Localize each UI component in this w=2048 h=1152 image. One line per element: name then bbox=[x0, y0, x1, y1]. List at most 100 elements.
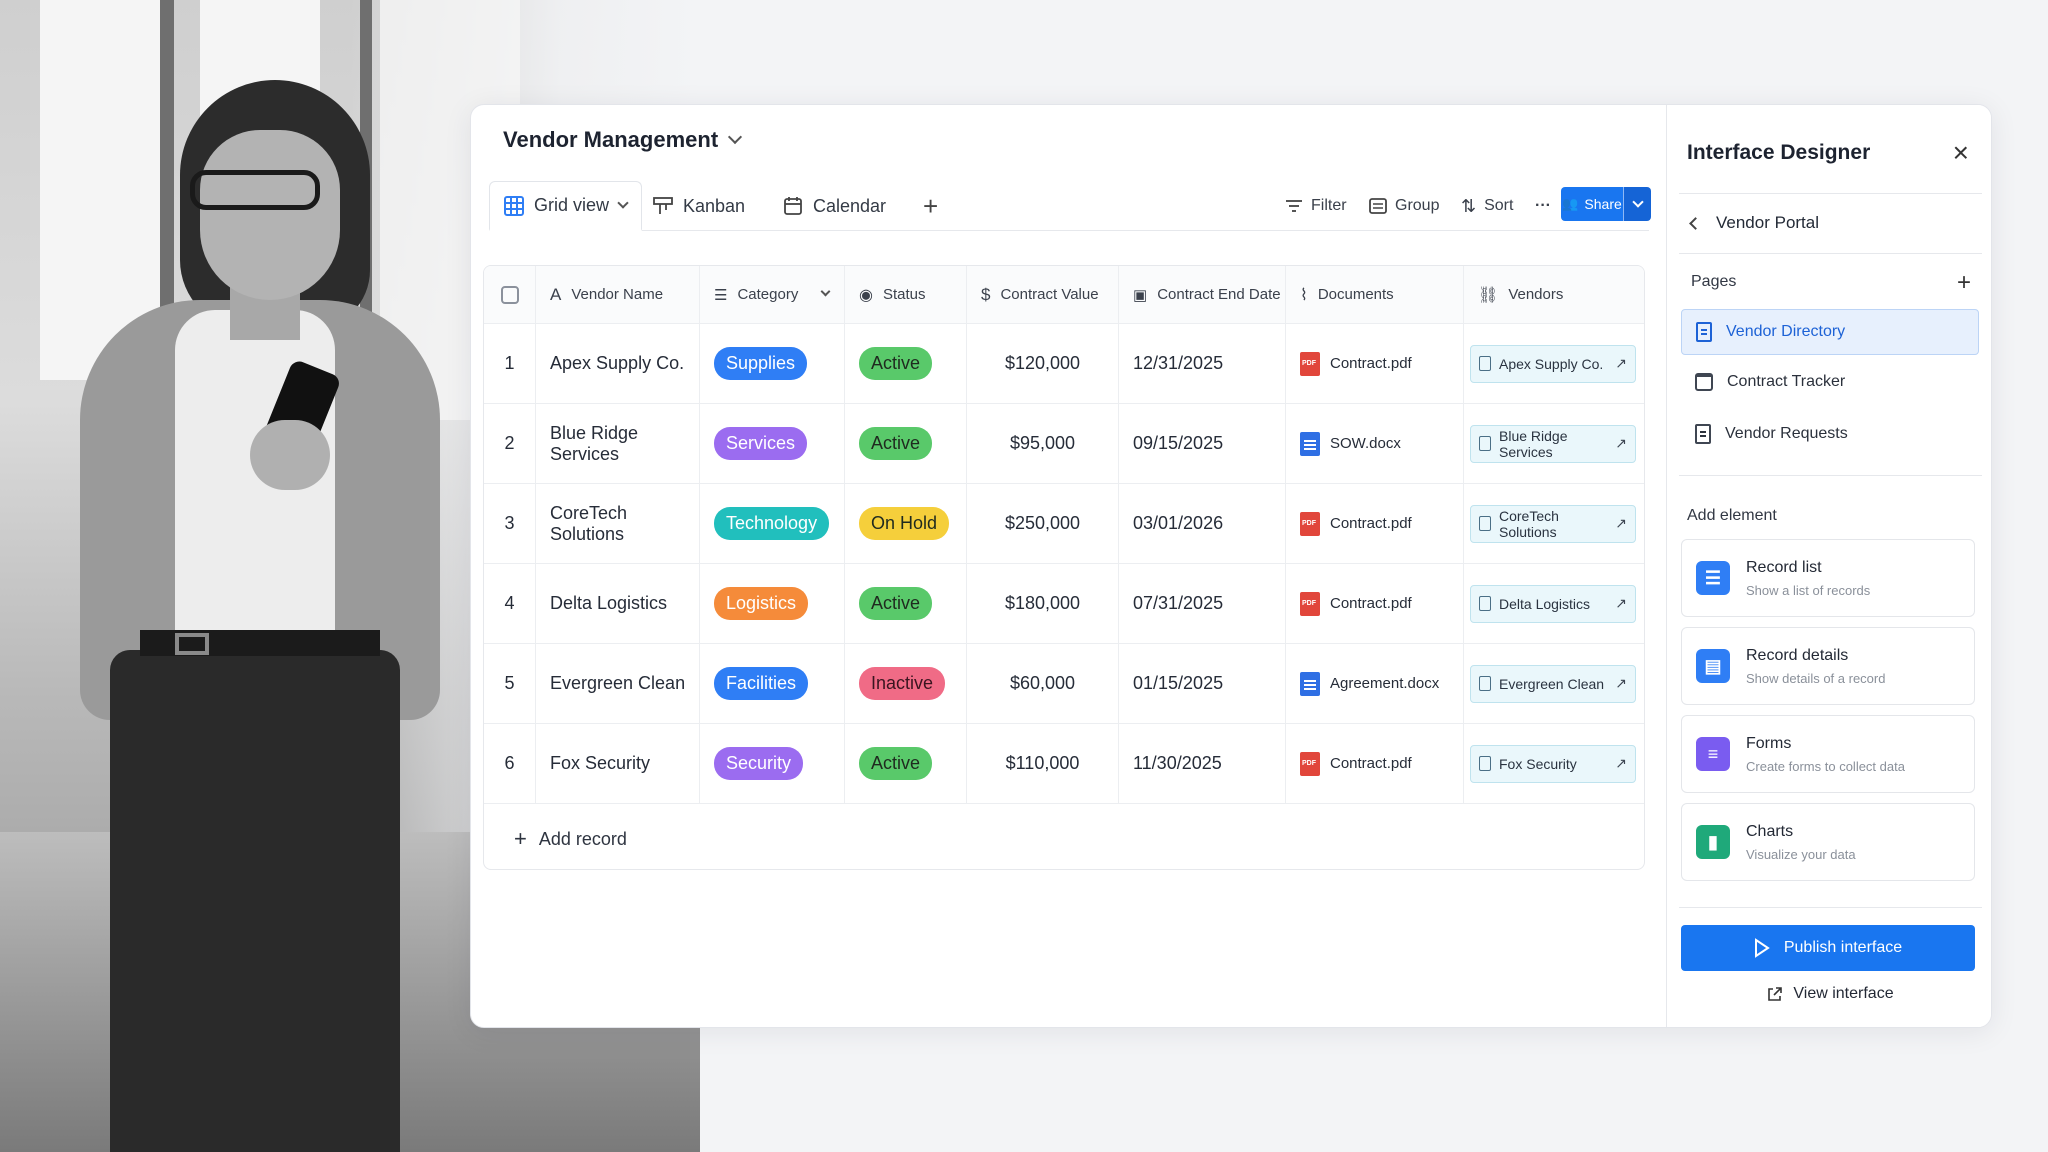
vendor-name-cell[interactable]: Fox Security bbox=[536, 724, 700, 803]
status-cell[interactable]: Active bbox=[845, 724, 967, 803]
documents-cell[interactable]: Agreement.docx bbox=[1286, 644, 1464, 723]
linked-vendor-chip[interactable]: CoreTech Solutions ↗ bbox=[1470, 504, 1636, 543]
column-header-vendors[interactable]: ⛓ Vendors bbox=[1464, 266, 1644, 323]
view-interface-link[interactable]: View interface bbox=[1667, 985, 1991, 1003]
share-button[interactable]: 👥 Share bbox=[1561, 187, 1623, 221]
contract-end-date-cell[interactable]: 12/31/2025 bbox=[1119, 324, 1286, 403]
documents-cell[interactable]: SOW.docx bbox=[1286, 404, 1464, 483]
element-card-record-details[interactable]: ▤ Record details Show details of a record bbox=[1681, 627, 1975, 705]
column-header-status[interactable]: ◉ Status bbox=[845, 266, 967, 323]
publish-interface-button[interactable]: Publish interface bbox=[1681, 925, 1975, 971]
record-icon bbox=[1479, 356, 1491, 371]
linked-vendor-chip[interactable]: Evergreen Clean ↗ bbox=[1470, 664, 1636, 703]
column-header-contract-end-date[interactable]: ▣ Contract End Date bbox=[1119, 266, 1286, 323]
contract-end-date-cell[interactable]: 07/31/2025 bbox=[1119, 564, 1286, 643]
select-all-checkbox[interactable] bbox=[500, 285, 519, 304]
table-row[interactable]: 2 Blue Ridge Services Services Active $95,00… bbox=[484, 404, 1644, 484]
add-view-button[interactable]: + bbox=[909, 181, 952, 231]
close-icon[interactable]: × bbox=[1953, 139, 1969, 167]
linked-vendor-chip[interactable]: Fox Security ↗ bbox=[1470, 744, 1636, 783]
category-cell[interactable]: Services bbox=[700, 404, 845, 483]
contract-value-cell[interactable]: $95,000 bbox=[967, 404, 1119, 483]
contract-end-date-cell[interactable]: 11/30/2025 bbox=[1119, 724, 1286, 803]
expand-arrow-icon: ↗ bbox=[1615, 515, 1627, 531]
document-name[interactable]: Agreement.docx bbox=[1330, 675, 1439, 692]
contract-value-cell[interactable]: $120,000 bbox=[967, 324, 1119, 403]
back-to-vendor-portal[interactable]: Vendor Portal bbox=[1689, 213, 1819, 233]
table-row[interactable]: 6 Fox Security Security Active $110,000 11/30… bbox=[484, 724, 1644, 804]
category-cell[interactable]: Facilities bbox=[700, 644, 845, 723]
add-page-button[interactable]: + bbox=[1957, 269, 1971, 297]
page-item-contract-tracker[interactable]: Contract Tracker bbox=[1681, 359, 1979, 405]
table-row[interactable]: 4 Delta Logistics Logistics Active $180,000 0… bbox=[484, 564, 1644, 644]
sort-button[interactable]: ⇅ Sort bbox=[1461, 189, 1513, 223]
status-cell[interactable]: Active bbox=[845, 404, 967, 483]
page-item-vendor-requests[interactable]: Vendor Requests bbox=[1681, 411, 1979, 457]
base-title-dropdown[interactable]: Vendor Management bbox=[503, 127, 743, 153]
vendor-name-cell[interactable]: CoreTech Solutions bbox=[536, 484, 700, 563]
vendors-cell[interactable]: CoreTech Solutions ↗ bbox=[1464, 484, 1644, 563]
contract-value-cell[interactable]: $180,000 bbox=[967, 564, 1119, 643]
document-name[interactable]: Contract.pdf bbox=[1330, 755, 1412, 772]
status-cell[interactable]: Inactive bbox=[845, 644, 967, 723]
divider bbox=[1679, 253, 1982, 254]
documents-cell[interactable]: Contract.pdf bbox=[1286, 564, 1464, 643]
vendor-name-cell[interactable]: Blue Ridge Services bbox=[536, 404, 700, 483]
vendors-cell[interactable]: Delta Logistics ↗ bbox=[1464, 564, 1644, 643]
documents-cell[interactable]: Contract.pdf bbox=[1286, 484, 1464, 563]
category-cell[interactable]: Technology bbox=[700, 484, 845, 563]
contract-end-date-cell[interactable]: 01/15/2025 bbox=[1119, 644, 1286, 723]
document-name[interactable]: SOW.docx bbox=[1330, 435, 1401, 452]
category-cell[interactable]: Supplies bbox=[700, 324, 845, 403]
element-card-record-list[interactable]: ☰ Record list Show a list of records bbox=[1681, 539, 1975, 617]
table-row[interactable]: 3 CoreTech Solutions Technology On Hold $250… bbox=[484, 484, 1644, 564]
tab-calendar[interactable]: Calendar bbox=[769, 181, 900, 231]
group-button[interactable]: Group bbox=[1369, 189, 1439, 223]
add-record-button[interactable]: + Add record bbox=[514, 826, 627, 852]
record-icon bbox=[1479, 596, 1491, 611]
tab-kanban[interactable]: Kanban bbox=[639, 181, 759, 231]
vendor-name-cell[interactable]: Apex Supply Co. bbox=[536, 324, 700, 403]
element-card-forms[interactable]: ≡ Forms Create forms to collect data bbox=[1681, 715, 1975, 793]
table-row[interactable]: 5 Evergreen Clean Facilities Inactive $60,00… bbox=[484, 644, 1644, 724]
contract-value-cell[interactable]: $250,000 bbox=[967, 484, 1119, 563]
page-label: Vendor Directory bbox=[1726, 323, 1846, 340]
linked-vendor-chip[interactable]: Blue Ridge Services ↗ bbox=[1470, 424, 1636, 463]
play-icon bbox=[1754, 938, 1770, 958]
status-cell[interactable]: On Hold bbox=[845, 484, 967, 563]
column-header-documents[interactable]: ⌇ Documents bbox=[1286, 266, 1464, 323]
category-cell[interactable]: Security bbox=[700, 724, 845, 803]
vendors-cell[interactable]: Blue Ridge Services ↗ bbox=[1464, 404, 1644, 483]
page-item-vendor-directory[interactable]: Vendor Directory bbox=[1681, 309, 1979, 355]
column-header-vendor-name[interactable]: A Vendor Name bbox=[536, 266, 700, 323]
documents-cell[interactable]: Contract.pdf bbox=[1286, 724, 1464, 803]
element-card-charts[interactable]: ▮ Charts Visualize your data bbox=[1681, 803, 1975, 881]
contract-end-date-cell[interactable]: 03/01/2026 bbox=[1119, 484, 1286, 563]
filter-button[interactable]: Filter bbox=[1285, 189, 1347, 223]
table-row[interactable]: 1 Apex Supply Co. Supplies Active $120,000 12… bbox=[484, 324, 1644, 404]
status-cell[interactable]: Active bbox=[845, 324, 967, 403]
linked-vendor-chip[interactable]: Apex Supply Co. ↗ bbox=[1470, 344, 1636, 383]
column-header-category[interactable]: ☰ Category bbox=[700, 266, 845, 323]
document-name[interactable]: Contract.pdf bbox=[1330, 595, 1412, 612]
share-options-button[interactable] bbox=[1623, 187, 1651, 221]
more-options-button[interactable]: ··· bbox=[1535, 189, 1551, 223]
status-cell[interactable]: Active bbox=[845, 564, 967, 643]
grid-icon bbox=[504, 195, 524, 216]
tab-grid-view[interactable]: Grid view bbox=[489, 181, 643, 231]
linked-vendor-chip[interactable]: Delta Logistics ↗ bbox=[1470, 584, 1636, 623]
vendors-cell[interactable]: Evergreen Clean ↗ bbox=[1464, 644, 1644, 723]
linked-vendor-name: Apex Supply Co. bbox=[1499, 355, 1604, 372]
contract-end-date-cell[interactable]: 09/15/2025 bbox=[1119, 404, 1286, 483]
contract-value-cell[interactable]: $110,000 bbox=[967, 724, 1119, 803]
document-name[interactable]: Contract.pdf bbox=[1330, 515, 1412, 532]
column-header-contract-value[interactable]: $ Contract Value bbox=[967, 266, 1119, 323]
document-name[interactable]: Contract.pdf bbox=[1330, 355, 1412, 372]
vendor-name-cell[interactable]: Evergreen Clean bbox=[536, 644, 700, 723]
vendor-name-cell[interactable]: Delta Logistics bbox=[536, 564, 700, 643]
documents-cell[interactable]: Contract.pdf bbox=[1286, 324, 1464, 403]
category-cell[interactable]: Logistics bbox=[700, 564, 845, 643]
contract-value-cell[interactable]: $60,000 bbox=[967, 644, 1119, 723]
vendors-cell[interactable]: Apex Supply Co. ↗ bbox=[1464, 324, 1644, 403]
vendors-cell[interactable]: Fox Security ↗ bbox=[1464, 724, 1644, 803]
